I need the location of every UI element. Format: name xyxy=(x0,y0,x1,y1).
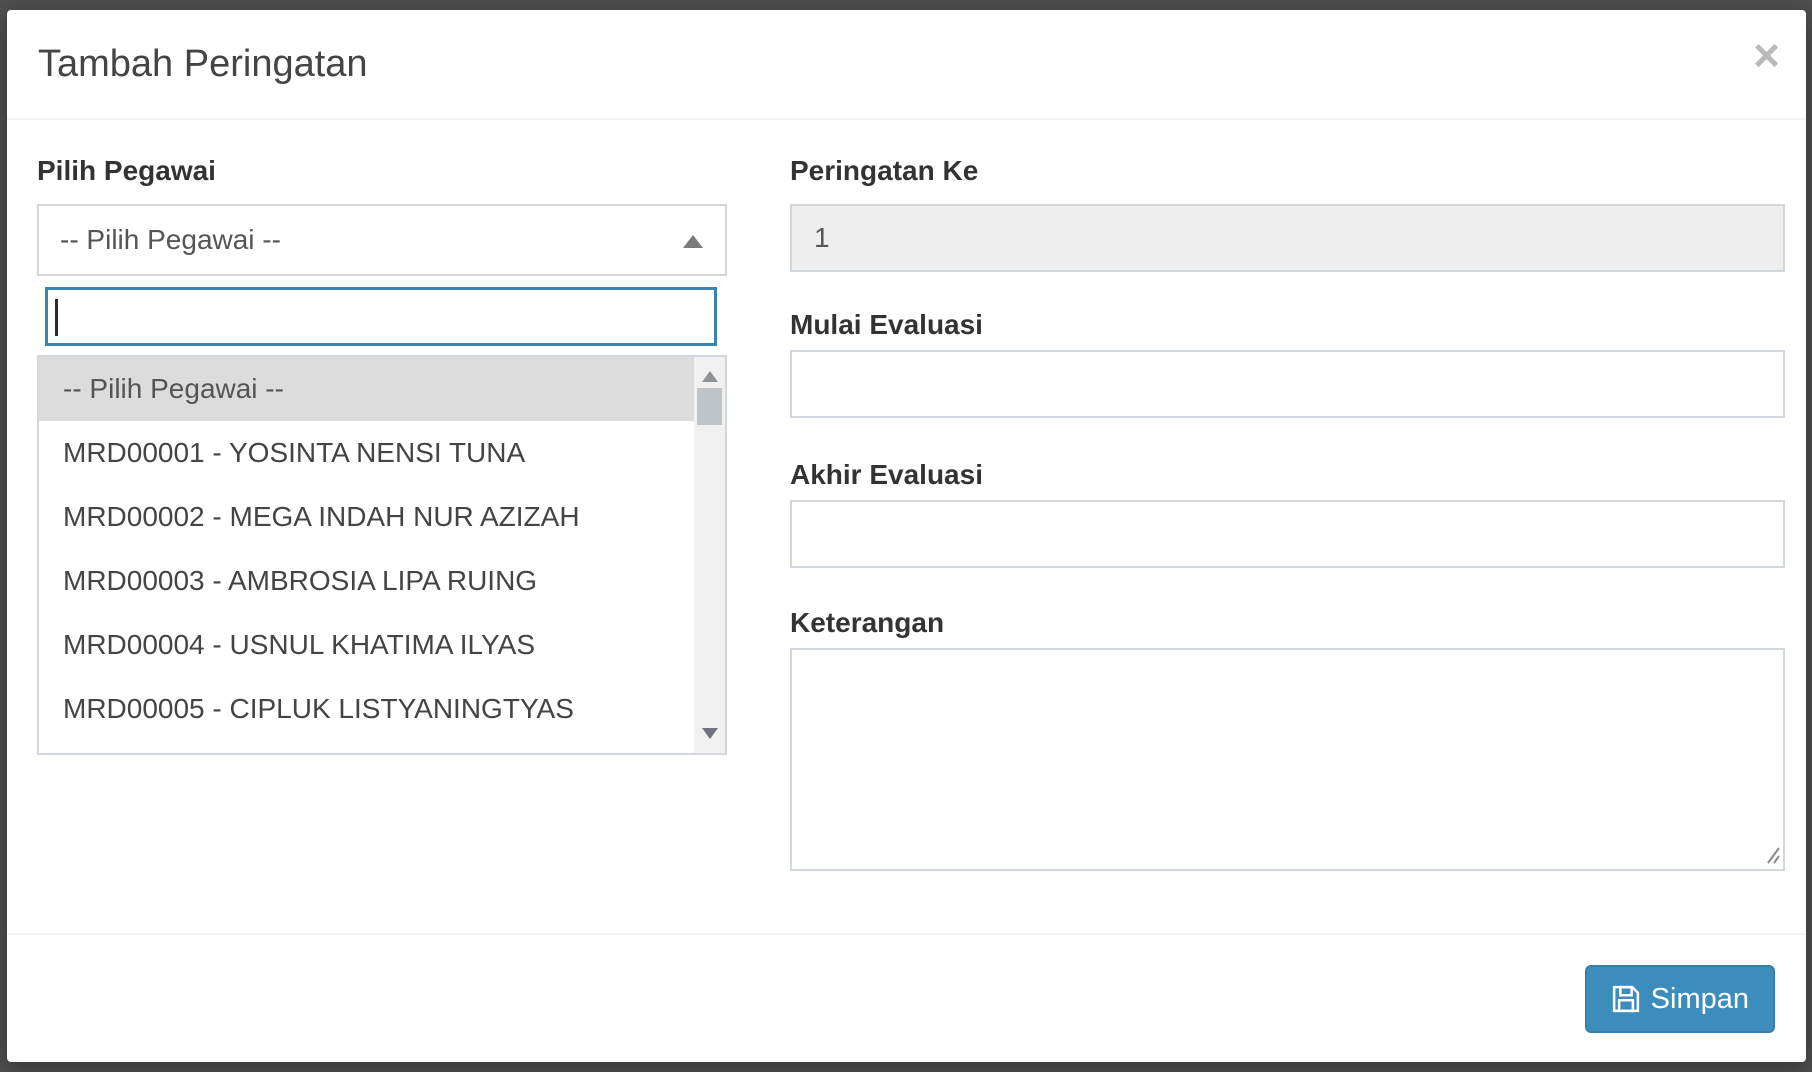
peringatan-ke-field xyxy=(790,204,1785,272)
scroll-up-icon[interactable] xyxy=(702,371,718,382)
scrollbar-thumb[interactable] xyxy=(697,388,722,425)
pegawai-option[interactable]: MRD00002 - MEGA INDAH NUR AZIZAH xyxy=(39,485,694,549)
pegawai-option[interactable]: MRD00003 - AMBROSIA LIPA RUING xyxy=(39,549,694,613)
modal-footer: Simpan xyxy=(7,933,1806,1060)
keterangan-label: Keterangan xyxy=(790,606,1785,640)
scroll-down-icon[interactable] xyxy=(702,728,718,739)
left-column: Pilih Pegawai -- Pilih Pegawai -- -- Pil… xyxy=(37,154,727,933)
floppy-disk-icon xyxy=(1611,984,1641,1014)
mulai-evaluasi-field[interactable] xyxy=(790,350,1785,418)
text-cursor xyxy=(55,299,58,336)
akhir-evaluasi-label: Akhir Evaluasi xyxy=(790,458,1785,492)
simpan-button[interactable]: Simpan xyxy=(1585,965,1775,1033)
pilih-pegawai-label: Pilih Pegawai xyxy=(37,154,727,188)
pegawai-option[interactable]: MRD00004 - USNUL KHATIMA ILYAS xyxy=(39,613,694,677)
pegawai-select-button[interactable]: -- Pilih Pegawai -- xyxy=(37,204,727,276)
caret-up-icon xyxy=(683,235,703,248)
keterangan-wrap xyxy=(790,648,1785,871)
akhir-evaluasi-field[interactable] xyxy=(790,500,1785,568)
tambah-peringatan-modal: Tambah Peringatan × Pilih Pegawai -- Pil… xyxy=(7,10,1806,1062)
pegawai-search-input[interactable] xyxy=(48,290,714,343)
pegawai-options-list: -- Pilih Pegawai -- MRD00001 - YOSINTA N… xyxy=(37,355,727,755)
mulai-evaluasi-label: Mulai Evaluasi xyxy=(790,308,1785,342)
options-scrollbar[interactable] xyxy=(694,357,725,753)
modal-title: Tambah Peringatan xyxy=(38,43,368,86)
simpan-button-label: Simpan xyxy=(1651,983,1749,1016)
close-icon[interactable]: × xyxy=(1753,32,1780,78)
keterangan-field[interactable] xyxy=(790,648,1785,871)
options-container: -- Pilih Pegawai -- MRD00001 - YOSINTA N… xyxy=(39,357,694,741)
modal-header: Tambah Peringatan × xyxy=(7,10,1806,120)
right-column: Peringatan Ke Mulai Evaluasi Akhir Evalu… xyxy=(790,154,1785,933)
peringatan-ke-label: Peringatan Ke xyxy=(790,154,1785,188)
modal-body: Pilih Pegawai -- Pilih Pegawai -- -- Pil… xyxy=(7,120,1806,933)
pegawai-option[interactable]: MRD00001 - YOSINTA NENSI TUNA xyxy=(39,421,694,485)
pegawai-option[interactable]: MRD00005 - CIPLUK LISTYANINGTYAS xyxy=(39,677,694,741)
pegawai-option[interactable]: -- Pilih Pegawai -- xyxy=(39,357,694,421)
pegawai-search-box xyxy=(45,287,717,346)
pegawai-select-value: -- Pilih Pegawai -- xyxy=(60,224,281,256)
